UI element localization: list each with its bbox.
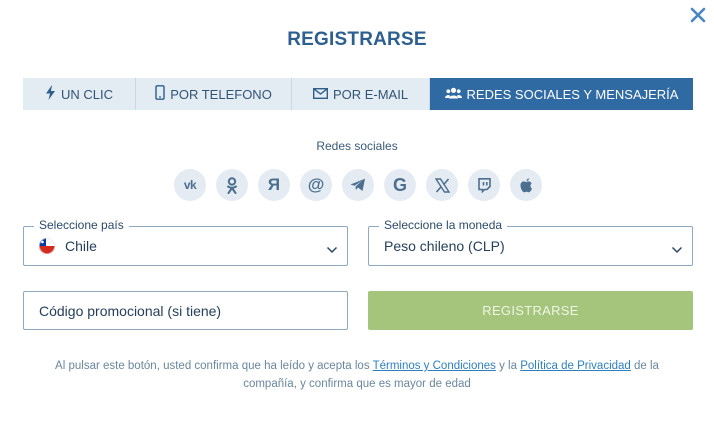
legal-notice: Al pulsar este botón, usted confirma que… bbox=[40, 357, 674, 393]
mailru-icon[interactable]: @ bbox=[300, 169, 332, 201]
x-icon[interactable] bbox=[426, 169, 458, 201]
legal-text-before: Al pulsar este botón, usted confirma que… bbox=[55, 360, 373, 372]
yandex-icon[interactable]: Я bbox=[258, 169, 290, 201]
country-value: Chile bbox=[65, 238, 97, 254]
phone-icon bbox=[155, 85, 165, 103]
social-heading: Redes sociales bbox=[316, 139, 398, 153]
chevron-down-icon bbox=[671, 241, 683, 259]
terms-link[interactable]: Términos y Condiciones bbox=[373, 360, 496, 372]
tab-social[interactable]: REDES SOCIALES Y MENSAJERÍA bbox=[430, 78, 693, 110]
tab-label: POR E-MAIL bbox=[332, 86, 409, 102]
close-icon[interactable] bbox=[688, 5, 708, 25]
telegram-icon[interactable] bbox=[342, 169, 374, 201]
chile-flag-icon bbox=[39, 238, 55, 254]
country-label: Seleccione país bbox=[34, 218, 129, 232]
apple-icon[interactable] bbox=[510, 169, 542, 201]
mailru-glyph: @ bbox=[307, 175, 325, 194]
legal-text-middle: y la bbox=[495, 360, 521, 372]
yandex-glyph: Я bbox=[267, 175, 281, 194]
modal-title: REGISTRARSE bbox=[287, 29, 427, 50]
users-icon bbox=[444, 87, 462, 102]
tab-one-click[interactable]: UN CLIC bbox=[23, 78, 136, 110]
odnoklassniki-icon[interactable] bbox=[216, 169, 248, 201]
promo-code-input[interactable] bbox=[23, 291, 348, 330]
tab-label: REDES SOCIALES Y MENSAJERÍA bbox=[466, 86, 679, 102]
currency-select[interactable]: Seleccione la moneda Peso chileno (CLP) bbox=[368, 218, 693, 266]
registration-tabs: UN CLIC POR TELEFONO POR E-MAIL REDES SO… bbox=[23, 78, 693, 110]
social-buttons: vk Я @ G bbox=[174, 169, 542, 201]
envelope-icon bbox=[312, 87, 328, 102]
tab-email[interactable]: POR E-MAIL bbox=[292, 78, 430, 110]
tab-phone[interactable]: POR TELEFONO bbox=[136, 78, 292, 110]
tab-label: UN CLIC bbox=[60, 86, 113, 102]
lightning-icon bbox=[45, 85, 56, 103]
google-glyph: G bbox=[392, 174, 407, 195]
google-icon[interactable]: G bbox=[384, 169, 416, 201]
currency-value: Peso chileno (CLP) bbox=[384, 238, 505, 254]
country-select[interactable]: Seleccione país Chile bbox=[23, 218, 348, 266]
tab-label: POR TELEFONO bbox=[170, 86, 272, 102]
vk-icon[interactable]: vk bbox=[174, 169, 206, 201]
registration-modal: REGISTRARSE UN CLIC POR TELEFONO POR E-M… bbox=[0, 0, 714, 425]
privacy-link[interactable]: Política de Privacidad bbox=[520, 360, 631, 372]
twitch-icon[interactable] bbox=[468, 169, 500, 201]
register-button[interactable]: REGISTRARSE bbox=[368, 291, 693, 330]
vk-glyph: vk bbox=[183, 178, 197, 192]
currency-label: Seleccione la moneda bbox=[379, 218, 508, 232]
chevron-down-icon bbox=[326, 241, 338, 259]
